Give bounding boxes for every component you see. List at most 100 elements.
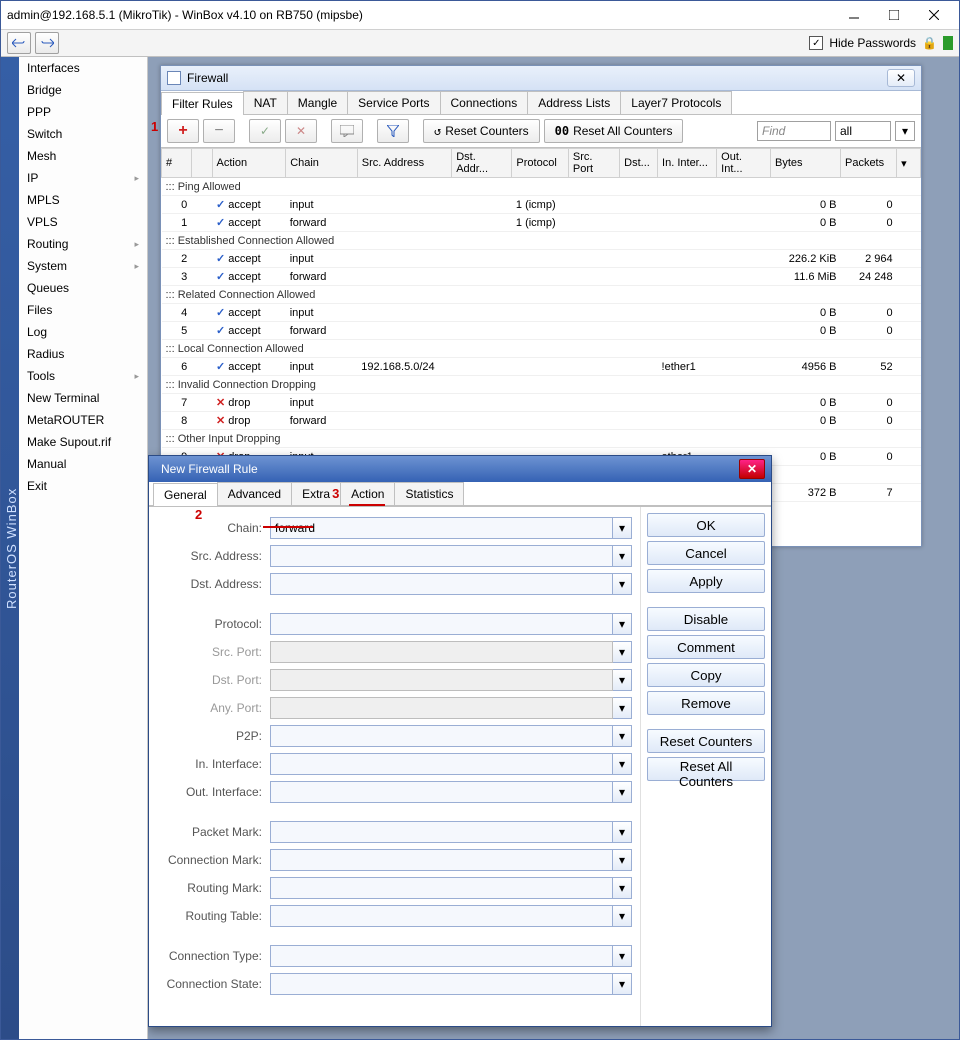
dst-address-expand-button[interactable]: ▾ [612, 573, 632, 595]
sidebar-item-make-supout-rif[interactable]: Make Supout.rif [19, 431, 147, 453]
tab-address-lists[interactable]: Address Lists [527, 91, 621, 114]
sidebar-item-ppp[interactable]: PPP [19, 101, 147, 123]
dst-port-expand-button[interactable]: ▾ [612, 669, 632, 691]
table-row[interactable]: 6✓ acceptinput192.168.5.0/24!ether14956 … [162, 358, 921, 376]
column-header[interactable]: Dst... [620, 149, 658, 178]
routing-table-input[interactable] [270, 905, 613, 927]
in-interface-expand-button[interactable]: ▾ [612, 753, 632, 775]
p2p-input[interactable] [270, 725, 613, 747]
connection-type-input[interactable] [270, 945, 613, 967]
remove-button[interactable]: Remove [647, 691, 765, 715]
sidebar-item-routing[interactable]: Routing▸ [19, 233, 147, 255]
enable-rule-button[interactable]: ✓ [249, 119, 281, 143]
comment-button[interactable]: Comment [647, 635, 765, 659]
add-rule-button[interactable]: + [167, 119, 199, 143]
reset-counters-button[interactable]: ↺Reset Counters [423, 119, 540, 143]
dialog-tab-extra[interactable]: Extra [291, 482, 341, 505]
routing-mark-expand-button[interactable]: ▾ [612, 877, 632, 899]
sidebar-item-mpls[interactable]: MPLS [19, 189, 147, 211]
table-row[interactable]: 1✓ acceptforward1 (icmp)0 B0 [162, 214, 921, 232]
dialog-tab-general[interactable]: General [153, 483, 218, 506]
ok-button[interactable]: OK [647, 513, 765, 537]
sidebar-item-interfaces[interactable]: Interfaces [19, 57, 147, 79]
window-minimize-button[interactable] [835, 4, 873, 26]
table-row[interactable]: 3✓ acceptforward11.6 MiB24 248 [162, 268, 921, 286]
sidebar-item-tools[interactable]: Tools▸ [19, 365, 147, 387]
reset-all-counters-button[interactable]: Reset All Counters [647, 757, 765, 781]
protocol-input[interactable] [270, 613, 613, 635]
sidebar-item-ip[interactable]: IP▸ [19, 167, 147, 189]
window-close-button[interactable] [915, 4, 953, 26]
column-header[interactable]: # [162, 149, 192, 178]
column-header[interactable] [191, 149, 212, 178]
comment-button[interactable] [331, 119, 363, 143]
tab-connections[interactable]: Connections [440, 91, 529, 114]
routing-table-expand-button[interactable]: ▾ [612, 905, 632, 927]
sidebar-item-radius[interactable]: Radius [19, 343, 147, 365]
disable-button[interactable]: Disable [647, 607, 765, 631]
dialog-tab-action[interactable]: Action3 [340, 482, 395, 505]
sidebar-item-switch[interactable]: Switch [19, 123, 147, 145]
out-interface-input[interactable] [270, 781, 613, 803]
dialog-tab-advanced[interactable]: Advanced [217, 482, 292, 505]
src-port-expand-button[interactable]: ▾ [612, 641, 632, 663]
redo-button[interactable] [35, 32, 59, 54]
column-header[interactable]: ▾ [897, 149, 921, 178]
sidebar-item-new-terminal[interactable]: New Terminal [19, 387, 147, 409]
cancel-button[interactable]: Cancel [647, 541, 765, 565]
sidebar-item-log[interactable]: Log [19, 321, 147, 343]
dialog-tab-statistics[interactable]: Statistics [394, 482, 464, 505]
packet-mark-input[interactable] [270, 821, 613, 843]
copy-button[interactable]: Copy [647, 663, 765, 687]
disable-rule-button[interactable]: ✕ [285, 119, 317, 143]
sidebar-item-exit[interactable]: Exit [19, 475, 147, 497]
connection-state-input[interactable] [270, 973, 613, 995]
column-header[interactable]: Src. Port [568, 149, 619, 178]
src-address-expand-button[interactable]: ▾ [612, 545, 632, 567]
tab-nat[interactable]: NAT [243, 91, 288, 114]
column-header[interactable]: Action [212, 149, 286, 178]
undo-button[interactable] [7, 32, 31, 54]
sidebar-item-manual[interactable]: Manual [19, 453, 147, 475]
column-header[interactable]: In. Inter... [658, 149, 717, 178]
chain-input[interactable]: forward [270, 517, 613, 539]
table-row[interactable]: 4✓ acceptinput0 B0 [162, 304, 921, 322]
connection-mark-expand-button[interactable]: ▾ [612, 849, 632, 871]
dst-address-input[interactable] [270, 573, 613, 595]
tab-layer7-protocols[interactable]: Layer7 Protocols [620, 91, 732, 114]
find-input[interactable]: Find [757, 121, 831, 141]
filter-all-select[interactable]: all [835, 121, 891, 141]
tab-filter-rules[interactable]: Filter Rules [161, 92, 244, 115]
column-header[interactable]: Protocol [512, 149, 569, 178]
column-header[interactable]: Bytes [771, 149, 841, 178]
sidebar-item-system[interactable]: System▸ [19, 255, 147, 277]
in-interface-input[interactable] [270, 753, 613, 775]
window-maximize-button[interactable] [875, 4, 913, 26]
tab-mangle[interactable]: Mangle [287, 91, 348, 114]
dialog-close-button[interactable]: ✕ [739, 459, 765, 479]
hide-passwords-checkbox[interactable]: ✓ [809, 36, 823, 50]
packet-mark-expand-button[interactable]: ▾ [612, 821, 632, 843]
connection-mark-input[interactable] [270, 849, 613, 871]
firewall-close-button[interactable]: ✕ [887, 69, 915, 87]
routing-mark-input[interactable] [270, 877, 613, 899]
table-row[interactable]: 8✕ dropforward0 B0 [162, 412, 921, 430]
column-header[interactable]: Src. Address [357, 149, 451, 178]
table-row[interactable]: 0✓ acceptinput1 (icmp)0 B0 [162, 196, 921, 214]
table-row[interactable]: 2✓ acceptinput226.2 KiB2 964 [162, 250, 921, 268]
reset-all-counters-button[interactable]: 00Reset All Counters [544, 119, 684, 143]
apply-button[interactable]: Apply [647, 569, 765, 593]
sidebar-item-mesh[interactable]: Mesh [19, 145, 147, 167]
tab-service-ports[interactable]: Service Ports [347, 91, 440, 114]
chain-dropdown-button[interactable]: ▾ [612, 517, 632, 539]
table-row[interactable]: 7✕ dropinput0 B0 [162, 394, 921, 412]
reset-counters-button[interactable]: Reset Counters [647, 729, 765, 753]
sidebar-item-files[interactable]: Files [19, 299, 147, 321]
filter-dropdown-button[interactable]: ▾ [895, 121, 915, 141]
remove-rule-button[interactable]: − [203, 119, 235, 143]
sidebar-item-metarouter[interactable]: MetaROUTER [19, 409, 147, 431]
column-header[interactable]: Out. Int... [717, 149, 771, 178]
connection-state-expand-button[interactable]: ▾ [612, 973, 632, 995]
column-header[interactable]: Dst. Addr... [452, 149, 512, 178]
sidebar-item-bridge[interactable]: Bridge [19, 79, 147, 101]
